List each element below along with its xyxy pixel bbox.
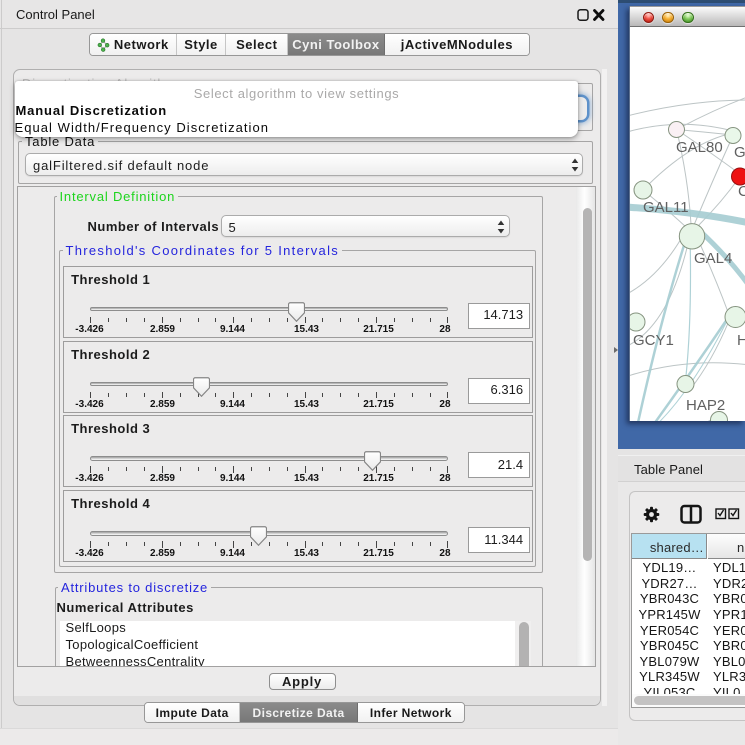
svg-text:C: C: [738, 183, 745, 200]
svg-text:HAP2: HAP2: [686, 397, 725, 414]
svg-text:H: H: [737, 332, 745, 349]
svg-text:GAL11: GAL11: [643, 199, 689, 216]
svg-text:GCY1: GCY1: [633, 332, 674, 349]
svg-text:G…: G…: [734, 144, 745, 161]
svg-text:GAL4: GAL4: [694, 250, 732, 267]
svg-text:GAL80: GAL80: [676, 139, 723, 156]
